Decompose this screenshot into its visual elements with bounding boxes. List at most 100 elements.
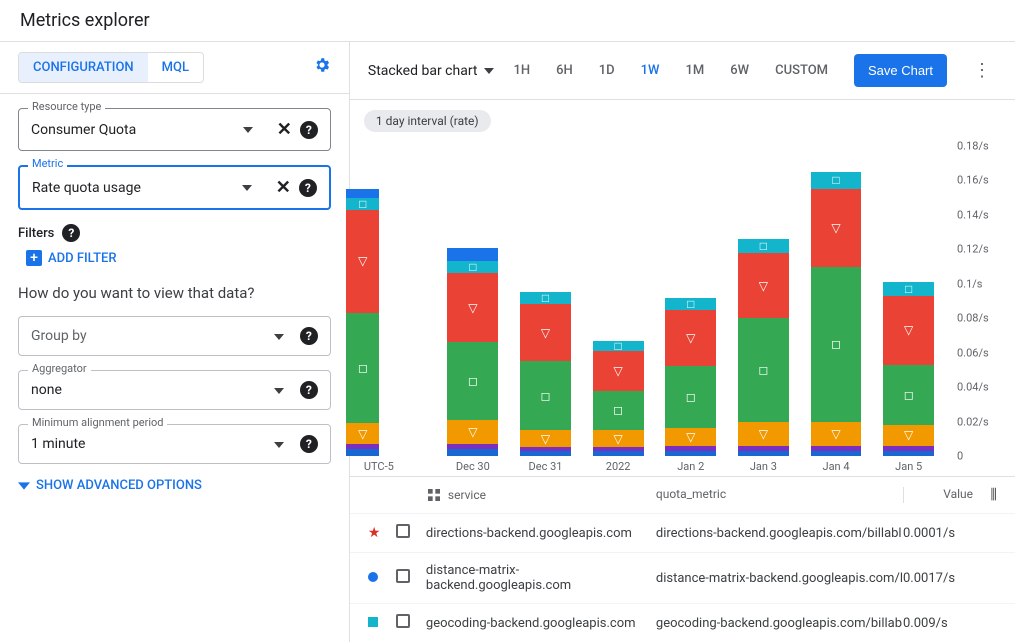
time-range-1d[interactable]: 1D [599, 63, 615, 78]
group-by-field[interactable]: Group by ? [18, 316, 331, 356]
interval-chip: 1 day interval (rate) [364, 110, 491, 132]
plus-icon: + [26, 250, 42, 266]
chevron-down-icon[interactable] [243, 122, 253, 137]
y-tick: 0.1/s [957, 277, 982, 290]
legend-table: service quota_metric Value ⫼ ★ directions… [350, 476, 1015, 642]
legend-value: 0.0017/s [903, 571, 973, 586]
metric-field[interactable]: Metric Rate quota usage ✕ ? [18, 165, 331, 210]
legend-row[interactable]: distance-matrix-backend.googleapis.comdi… [350, 552, 1015, 603]
y-tick: 0.14/s [957, 208, 989, 221]
tab-configuration[interactable]: CONFIGURATION [19, 53, 148, 82]
y-tick: 0.08/s [957, 312, 989, 325]
legend-row[interactable]: ★ directions-backend.googleapis.comdirect… [350, 513, 1015, 552]
bar-jan-5[interactable]: ▽◻▽□ [883, 282, 934, 456]
service-column-header[interactable]: service [426, 487, 656, 503]
legend-row[interactable]: geocoding-backend.googleapis.comgeocodin… [350, 603, 1015, 642]
aggregator-value: none [31, 382, 268, 398]
legend-service: directions-backend.googleapis.com [426, 526, 656, 541]
series-checkbox[interactable] [396, 614, 410, 628]
resource-type-value: Consumer Quota [31, 122, 237, 138]
help-icon[interactable]: ? [299, 179, 317, 197]
config-tabs: CONFIGURATION MQL [18, 52, 204, 83]
x-tick: Dec 31 [529, 460, 563, 473]
min-alignment-label: Minimum alignment period [28, 416, 167, 429]
quota-column-header[interactable]: quota_metric [656, 487, 903, 503]
y-tick: 0.18/s [957, 140, 989, 153]
chart-type-selector[interactable]: Stacked bar chart [368, 63, 494, 79]
resource-type-label: Resource type [28, 100, 105, 113]
help-icon[interactable]: ? [62, 224, 80, 242]
value-column-header[interactable]: Value [903, 487, 973, 503]
legend-quota: directions-backend.googleapis.com/billab… [656, 526, 903, 541]
config-panel: CONFIGURATION MQL Resource type Consumer… [0, 42, 350, 642]
series-marker-icon [368, 572, 378, 582]
bar-dec-31[interactable]: ▽◻▽□ [520, 292, 571, 456]
tab-mql[interactable]: MQL [148, 53, 203, 82]
more-menu-icon[interactable]: ⋮ [967, 60, 997, 81]
chevron-down-icon[interactable] [274, 437, 284, 452]
chevron-down-icon[interactable] [274, 329, 284, 344]
help-icon[interactable]: ? [300, 435, 318, 453]
group-by-placeholder: Group by [31, 328, 268, 344]
help-icon[interactable]: ? [300, 121, 318, 139]
clear-icon[interactable]: ✕ [277, 119, 292, 140]
clear-icon[interactable]: ✕ [276, 177, 291, 198]
y-tick: 0.02/s [957, 415, 989, 428]
bar-dec-30[interactable]: ▽◻▽□ [447, 248, 498, 456]
chevron-down-icon[interactable] [242, 180, 252, 195]
time-range-6h[interactable]: 6H [556, 63, 573, 78]
bar-jan-3[interactable]: ▽◻▽□ [738, 239, 789, 456]
aggregator-field[interactable]: Aggregator none ? [18, 370, 331, 410]
min-alignment-value: 1 minute [31, 436, 268, 452]
view-data-question: How do you want to view that data? [18, 284, 331, 302]
aggregator-label: Aggregator [28, 362, 91, 375]
bar-dec-29[interactable]: ▽◻▽□ [346, 189, 379, 456]
legend-service: geocoding-backend.googleapis.com [426, 616, 656, 631]
legend-quota: geocoding-backend.googleapis.com/billab [656, 616, 903, 631]
time-range-tabs: 1H 6H 1D 1W 1M 6W CUSTOM [514, 63, 829, 78]
x-tick: Jan 2 [677, 460, 704, 473]
page-title: Metrics explorer [0, 0, 1015, 42]
time-range-1m[interactable]: 1M [685, 63, 704, 78]
add-filter-button[interactable]: + ADD FILTER [26, 250, 331, 266]
legend-value: 0.009/s [903, 616, 973, 631]
x-tick: UTC-5 [364, 460, 394, 473]
bar-2022[interactable]: ▽◻▽□ [593, 341, 644, 456]
x-tick: Jan 5 [895, 460, 922, 473]
x-tick: Jan 3 [750, 460, 777, 473]
time-range-1w[interactable]: 1W [641, 63, 660, 78]
gear-icon[interactable] [313, 56, 331, 79]
save-chart-button[interactable]: Save Chart [854, 54, 947, 87]
time-range-6w[interactable]: 6W [730, 63, 749, 78]
y-tick: 0.12/s [957, 243, 989, 256]
chevron-down-icon[interactable] [274, 383, 284, 398]
y-tick: 0.16/s [957, 174, 989, 187]
series-checkbox[interactable] [396, 569, 410, 583]
series-checkbox[interactable] [396, 524, 410, 538]
series-marker-icon: ★ [368, 528, 378, 538]
help-icon[interactable]: ? [300, 327, 318, 345]
filters-heading: Filters ? [18, 224, 331, 242]
chart-panel: Stacked bar chart 1H 6H 1D 1W 1M 6W CUSTOM Sav… [350, 42, 1015, 642]
bar-jan-2[interactable]: ▽◻▽□ [665, 298, 716, 456]
bar-jan-4[interactable]: ▽◻▽□ [811, 172, 862, 456]
resource-type-field[interactable]: Resource type Consumer Quota ✕ ? [18, 108, 331, 151]
series-marker-icon [368, 617, 378, 627]
y-tick: 0 [957, 450, 963, 463]
legend-value: 0.0001/s [903, 526, 973, 541]
y-tick: 0.04/s [957, 381, 989, 394]
min-alignment-field[interactable]: Minimum alignment period 1 minute ? [18, 424, 331, 464]
time-range-1h[interactable]: 1H [514, 63, 531, 78]
legend-service: distance-matrix-backend.googleapis.com [426, 563, 656, 593]
x-tick: 2022 [606, 460, 631, 473]
legend-quota: distance-matrix-backend.googleapis.com/l [656, 571, 903, 586]
metric-value: Rate quota usage [32, 180, 236, 196]
x-tick: Jan 4 [823, 460, 850, 473]
metric-label: Metric [28, 157, 67, 170]
columns-icon[interactable]: ⫼ [991, 487, 997, 503]
show-advanced-link[interactable]: SHOW ADVANCED OPTIONS [18, 478, 331, 493]
time-range-custom[interactable]: CUSTOM [775, 63, 828, 78]
help-icon[interactable]: ? [300, 381, 318, 399]
stacked-bar-chart: ▽◻▽□▽◻▽□▽◻▽□▽◻▽□▽◻▽□▽◻▽□▽◻▽□▽◻▽□ 00.02/s… [364, 136, 1001, 476]
y-tick: 0.06/s [957, 346, 989, 359]
